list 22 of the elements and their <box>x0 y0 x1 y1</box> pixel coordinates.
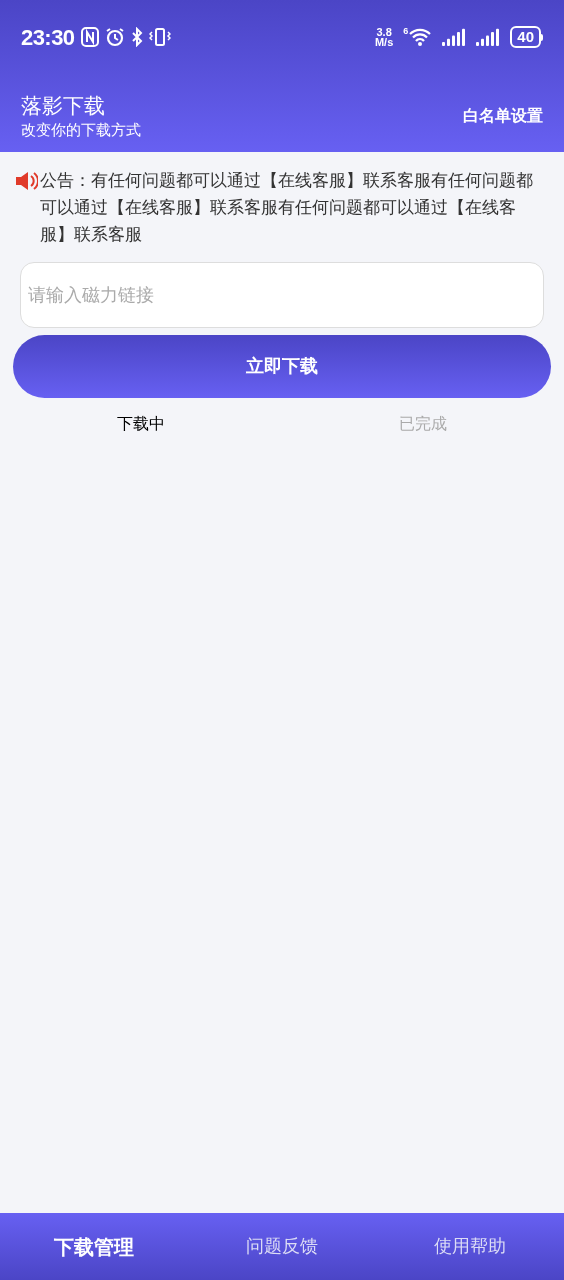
app-subtitle: 改变你的下载方式 <box>21 120 141 140</box>
nav-tab[interactable]: 下载管理 <box>0 1213 188 1280</box>
download-now-button[interactable]: 立即下载 <box>13 335 551 398</box>
battery-indicator: 40 <box>510 26 541 48</box>
magnet-link-field[interactable]: 请输入磁力链接 <box>20 262 544 328</box>
tab[interactable]: 下载中 <box>0 408 282 440</box>
alarm-icon <box>104 27 125 47</box>
whitelist-settings-button[interactable]: 白名单设置 <box>463 104 543 128</box>
nav-tab[interactable]: 使用帮助 <box>376 1213 564 1280</box>
wifi-generation-label: 6 <box>403 27 409 36</box>
announcement-text: 公告：有任何问题都可以通过【在线客服】联系客服有任何问题都可以通过【在线客服】联系客服有任何问题都可以通过【在线客服】联系客服 <box>40 170 534 246</box>
network-speed: 3.8 M/s <box>374 27 394 47</box>
signal-icon <box>442 28 467 46</box>
signal-icon <box>476 28 501 46</box>
vibrate-icon <box>148 27 171 47</box>
status-time: 23:30 <box>21 23 75 52</box>
speaker-icon <box>14 170 38 192</box>
nav-tab[interactable]: 问题反馈 <box>188 1213 376 1280</box>
app-title: 落影下载 <box>21 93 106 119</box>
nfc-icon <box>80 27 99 47</box>
bluetooth-icon <box>130 27 143 47</box>
wifi-icon <box>408 27 433 47</box>
